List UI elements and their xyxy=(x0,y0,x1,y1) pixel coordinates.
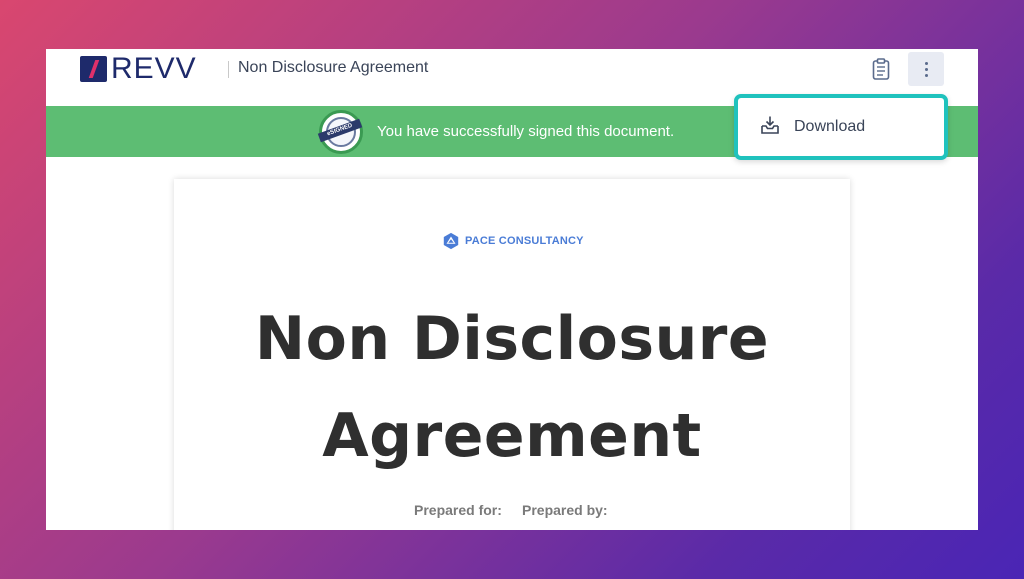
vertical-dots-icon xyxy=(924,61,928,65)
more-options-button[interactable] xyxy=(908,52,944,86)
app-window: REVV Non Disclosure Agreement eSIGNED Yo… xyxy=(46,49,978,530)
logo-mark-icon xyxy=(80,56,107,82)
company-brand: PACE CONSULTANCY xyxy=(442,232,584,250)
vertical-dots-icon-dot xyxy=(924,67,928,71)
menu-item-download[interactable]: Download xyxy=(738,98,944,156)
document-title: Non Disclosure Agreement xyxy=(238,59,429,76)
menu-item-download-label: Download xyxy=(794,118,866,135)
prepared-for-label: Prepared for: xyxy=(414,502,502,518)
vertical-dots-icon-dot xyxy=(924,73,928,77)
document-page: PACE CONSULTANCY Non Disclosure Agreemen… xyxy=(174,179,850,530)
options-dropdown-menu: Download xyxy=(734,94,948,160)
company-name: PACE CONSULTANCY xyxy=(465,235,584,247)
logo-text: REVV xyxy=(111,52,197,85)
prepared-by-label: Prepared by: xyxy=(522,502,608,518)
esigned-seal-icon: eSIGNED xyxy=(317,110,363,154)
success-message: You have successfully signed this docume… xyxy=(377,123,675,140)
download-icon xyxy=(761,116,779,134)
pace-logo-icon xyxy=(443,232,459,250)
document-heading: Non Disclosure Agreement xyxy=(174,291,850,485)
clipboard-icon xyxy=(872,58,890,80)
document-heading-line2: Agreement xyxy=(322,401,702,471)
revv-logo[interactable]: REVV xyxy=(80,52,197,85)
title-divider xyxy=(228,61,229,78)
clipboard-button[interactable] xyxy=(871,57,891,81)
document-heading-line1: Non Disclosure xyxy=(254,304,770,374)
